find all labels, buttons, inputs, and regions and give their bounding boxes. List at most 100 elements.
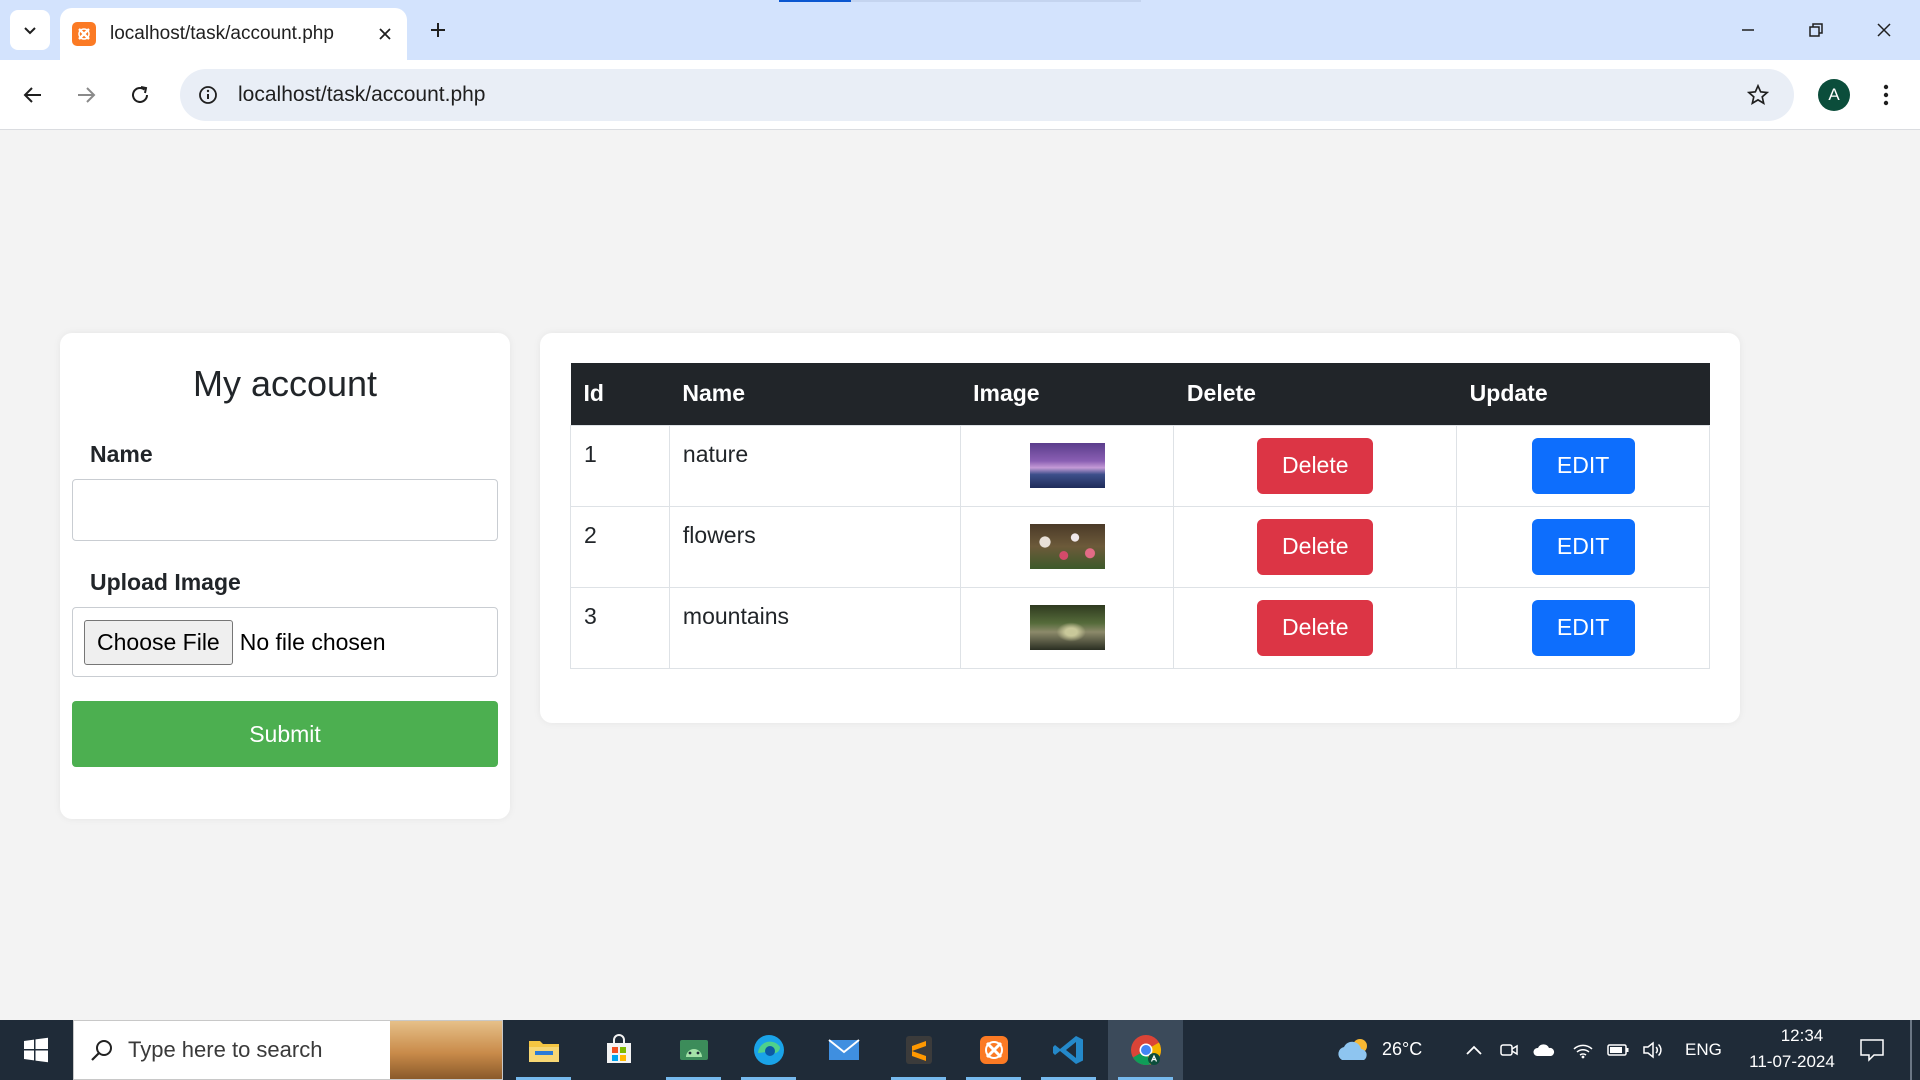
tab-close-button[interactable] <box>367 16 403 52</box>
taskbar-app-vscode[interactable] <box>1031 1020 1106 1080</box>
address-bar[interactable]: localhost/task/account.php <box>180 69 1794 121</box>
meet-now-icon[interactable] <box>1497 1038 1521 1062</box>
taskbar-search-placeholder: Type here to search <box>128 1037 323 1062</box>
reload-button[interactable] <box>120 75 160 115</box>
browser-menu-button[interactable] <box>1868 75 1904 115</box>
minimize-button[interactable] <box>1720 6 1776 54</box>
weather-temperature[interactable]: 26°C <box>1382 1039 1422 1060</box>
account-form-card: My account Name Upload Image Choose File… <box>60 333 510 819</box>
edit-button[interactable]: EDIT <box>1531 437 1635 494</box>
taskbar-app-sublime-text[interactable] <box>881 1020 956 1080</box>
page-viewport: My account Name Upload Image Choose File… <box>0 131 1920 1020</box>
upload-image-label: Upload Image <box>90 569 241 595</box>
taskbar-app-mail[interactable] <box>806 1020 881 1080</box>
microsoft-store-icon <box>606 1034 631 1063</box>
row-image-cell <box>959 586 1175 669</box>
clock-time[interactable]: 12:34 <box>1760 1026 1844 1046</box>
volume-icon[interactable] <box>1641 1038 1665 1062</box>
windows-logo-icon <box>24 1037 48 1063</box>
profile-avatar[interactable]: A <box>1818 79 1850 111</box>
chevron-up-icon[interactable] <box>1462 1038 1486 1062</box>
choose-file-button[interactable]: Choose File <box>84 619 233 665</box>
site-info-button[interactable] <box>190 77 226 113</box>
taskbar-app-android-studio[interactable] <box>656 1020 731 1080</box>
minimize-icon <box>1742 29 1754 31</box>
restore-button[interactable] <box>1788 6 1844 54</box>
delete-button[interactable]: Delete <box>1257 518 1374 575</box>
table-header-row: Id Name Image Delete Update <box>570 363 1710 425</box>
input-language[interactable]: ENG <box>1685 1040 1722 1060</box>
file-input[interactable]: Choose File No file chosen <box>72 607 498 677</box>
records-table: Id Name Image Delete Update 1 nature Del… <box>570 363 1710 669</box>
edit-button[interactable]: EDIT <box>1531 599 1635 656</box>
wifi-icon[interactable] <box>1571 1038 1595 1062</box>
windows-taskbar: Type here to search 26°C ENG 12:34 11-07… <box>0 1020 1920 1080</box>
table-row: 1 nature Delete EDIT <box>570 424 1710 507</box>
taskbar-app-edge[interactable] <box>731 1020 806 1080</box>
row-id: 1 <box>570 424 670 507</box>
records-table-card: Id Name Image Delete Update 1 nature Del… <box>540 333 1740 723</box>
row-delete-cell: Delete <box>1173 586 1458 669</box>
onedrive-icon[interactable] <box>1532 1038 1556 1062</box>
chevron-down-icon <box>24 27 36 35</box>
arrow-right-icon <box>78 87 96 103</box>
new-tab-button[interactable] <box>420 12 456 48</box>
nature-thumbnail-image <box>1029 443 1105 488</box>
table-row: 2 flowers Delete EDIT <box>570 505 1710 588</box>
header-name: Name <box>669 363 961 425</box>
mountains-thumbnail-image <box>1029 605 1105 650</box>
browser-toolbar: localhost/task/account.php A <box>0 60 1920 130</box>
row-edit-cell: EDIT <box>1456 424 1710 507</box>
close-window-button[interactable] <box>1856 6 1912 54</box>
form-title: My account <box>192 363 378 404</box>
table-row: 3 mountains Delete EDIT <box>570 586 1710 669</box>
forward-button[interactable] <box>66 75 106 115</box>
show-desktop-button[interactable] <box>1910 1020 1912 1080</box>
weather-cloud-icon[interactable] <box>1334 1038 1374 1062</box>
clock-date[interactable]: 11-07-2024 <box>1733 1052 1851 1072</box>
row-name: mountains <box>668 586 961 669</box>
start-button[interactable] <box>12 1030 60 1070</box>
notification-icon[interactable] <box>1858 1036 1886 1064</box>
taskbar-search-box[interactable]: Type here to search <box>73 1020 503 1080</box>
url-text: localhost/task/account.php <box>238 83 486 106</box>
row-name: nature <box>668 424 961 507</box>
row-id: 2 <box>570 505 670 588</box>
taskbar-app-chrome[interactable] <box>1108 1020 1183 1080</box>
tab-strip-indicator-track <box>851 0 1141 2</box>
taskbar-app-microsoft-store[interactable] <box>581 1020 656 1080</box>
tab-search-button[interactable] <box>10 10 50 50</box>
name-input[interactable] <box>72 479 498 541</box>
file-status-text: No file chosen <box>239 628 386 655</box>
xampp-favicon-icon <box>72 22 96 46</box>
battery-icon[interactable] <box>1606 1038 1630 1062</box>
browser-tabstrip: localhost/task/account.php <box>0 0 1920 60</box>
header-delete: Delete <box>1173 363 1457 425</box>
close-icon <box>1877 23 1891 37</box>
row-id: 3 <box>570 586 670 669</box>
taskbar-app-file-explorer[interactable] <box>506 1020 581 1080</box>
taskbar-app-xampp[interactable] <box>956 1020 1031 1080</box>
browser-tab[interactable]: localhost/task/account.php <box>60 8 407 60</box>
reload-icon <box>132 86 148 103</box>
delete-button[interactable]: Delete <box>1257 437 1374 494</box>
close-icon <box>379 28 391 40</box>
row-delete-cell: Delete <box>1173 424 1458 507</box>
submit-button[interactable]: Submit <box>72 701 498 767</box>
row-image-cell <box>959 505 1175 588</box>
bookmark-button[interactable] <box>1738 75 1778 115</box>
row-edit-cell: EDIT <box>1456 505 1710 588</box>
xampp-icon <box>979 1036 1008 1064</box>
star-icon <box>1747 84 1769 105</box>
android-studio-icon <box>679 1040 708 1060</box>
edge-icon <box>753 1035 784 1065</box>
sublime-text-icon <box>905 1036 932 1064</box>
header-image: Image <box>960 363 1174 425</box>
header-update: Update <box>1456 363 1710 425</box>
back-button[interactable] <box>13 75 53 115</box>
name-label: Name <box>90 441 153 467</box>
delete-button[interactable]: Delete <box>1257 599 1374 656</box>
chrome-icon <box>1130 1035 1161 1066</box>
edit-button[interactable]: EDIT <box>1531 518 1635 575</box>
more-vertical-icon <box>1883 84 1889 106</box>
